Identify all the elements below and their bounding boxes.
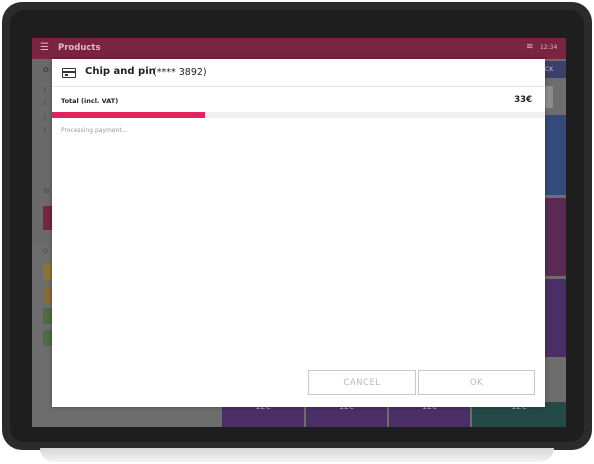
total-amount: 33€: [514, 95, 532, 105]
categories-label: O: [43, 248, 48, 255]
app-title: Products: [58, 43, 101, 53]
payment-status: Processing payment...: [61, 127, 128, 134]
product-tile[interactable]: [545, 198, 566, 276]
app-topbar: ☰ Products ≋ 12:34: [32, 38, 566, 59]
divider: [52, 86, 545, 87]
product-tile[interactable]: [545, 279, 566, 357]
order-line[interactable]: 1: [43, 114, 47, 121]
device-stand: [40, 448, 554, 462]
wifi-icon: ≋: [526, 42, 534, 52]
ok-button[interactable]: OK: [418, 370, 535, 395]
order-panel-header: O: [43, 66, 49, 74]
payment-dialog: Chip and pin (**** 3892) Total (incl. VA…: [52, 59, 545, 407]
product-tile[interactable]: [545, 115, 566, 195]
search-tile[interactable]: [545, 86, 553, 108]
payment-progress-fill: [52, 112, 205, 118]
back-button[interactable]: CK: [545, 61, 566, 78]
cancel-button[interactable]: CANCEL: [308, 370, 416, 395]
status-time: 12:34: [540, 44, 558, 51]
credit-card-icon: [62, 68, 76, 78]
order-line[interactable]: 1: [43, 100, 47, 107]
masked-card-number: (**** 3892): [153, 67, 207, 78]
dialog-title: Chip and pin: [85, 66, 156, 77]
menu-icon[interactable]: ☰: [40, 42, 49, 53]
total-label: Total (incl. VAT): [61, 97, 119, 105]
order-total-label: To: [43, 188, 50, 195]
payment-progress-bar: [52, 112, 545, 118]
order-line[interactable]: 1: [43, 127, 47, 134]
order-line[interactable]: 1: [43, 87, 47, 94]
